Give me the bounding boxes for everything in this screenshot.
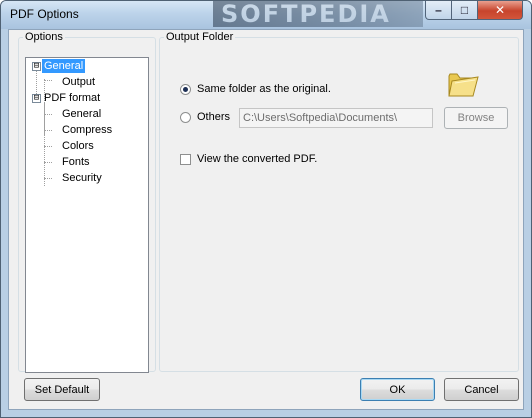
browse-label: Browse bbox=[457, 112, 495, 124]
maximize-button[interactable]: □ bbox=[451, 1, 478, 20]
softpedia-watermark: SOFTPEDIA bbox=[213, 1, 423, 27]
others-radio[interactable] bbox=[180, 112, 191, 123]
tree-node-pdf-format[interactable]: ⊟ PDF format bbox=[26, 91, 146, 105]
minimize-button[interactable]: – bbox=[425, 1, 452, 20]
tree-node-pdf-general[interactable]: General bbox=[26, 107, 146, 121]
output-folder-group: Output Folder Same folder as the origina… bbox=[159, 32, 519, 372]
cancel-button[interactable]: Cancel bbox=[444, 378, 519, 401]
output-path-field[interactable]: C:\Users\Softpedia\Documents\ bbox=[239, 108, 433, 128]
collapse-icon[interactable]: ⊟ bbox=[32, 94, 41, 103]
tree-node-security[interactable]: Security bbox=[26, 171, 146, 185]
ok-button[interactable]: OK bbox=[360, 378, 435, 401]
dialog-window: PDF Options SOFTPEDIA – □ ✕ Options ⊟ Ge… bbox=[0, 0, 532, 418]
output-folder-legend: Output Folder bbox=[166, 31, 234, 43]
minimize-icon: – bbox=[435, 3, 442, 17]
options-legend: Options bbox=[25, 31, 63, 43]
window-title: PDF Options bbox=[10, 7, 79, 21]
maximize-icon: □ bbox=[460, 3, 469, 17]
tree-node-label[interactable]: Colors bbox=[60, 139, 96, 153]
tree-node-label[interactable]: General bbox=[60, 107, 103, 121]
tree-node-output[interactable]: Output bbox=[26, 75, 146, 89]
tree-node-label[interactable]: Compress bbox=[60, 123, 114, 137]
tree-node-label[interactable]: General bbox=[42, 59, 86, 73]
browse-button[interactable]: Browse bbox=[444, 107, 508, 129]
radio-selected-dot bbox=[183, 87, 188, 92]
tree-node-label[interactable]: PDF format bbox=[42, 91, 102, 105]
tree-node-fonts[interactable]: Fonts bbox=[26, 155, 146, 169]
options-group: Options ⊟ General Output ⊟ PDF format Ge… bbox=[18, 31, 156, 373]
collapse-icon[interactable]: ⊟ bbox=[32, 62, 41, 71]
others-label[interactable]: Others bbox=[197, 111, 230, 123]
close-icon: ✕ bbox=[494, 3, 506, 17]
tree-node-label[interactable]: Fonts bbox=[60, 155, 92, 169]
set-default-button[interactable]: Set Default bbox=[24, 378, 100, 401]
folder-icon bbox=[448, 73, 479, 97]
ok-label: OK bbox=[389, 383, 406, 396]
same-folder-radio[interactable] bbox=[180, 84, 191, 95]
view-converted-label[interactable]: View the converted PDF. bbox=[197, 153, 317, 165]
same-folder-label[interactable]: Same folder as the original. bbox=[197, 83, 331, 95]
tree-node-label[interactable]: Security bbox=[60, 171, 104, 185]
view-converted-checkbox[interactable] bbox=[180, 154, 191, 165]
title-bar[interactable]: PDF Options SOFTPEDIA – □ ✕ bbox=[1, 1, 531, 29]
close-button[interactable]: ✕ bbox=[477, 1, 523, 20]
tree-node-general[interactable]: ⊟ General bbox=[26, 59, 146, 73]
tree-node-colors[interactable]: Colors bbox=[26, 139, 146, 153]
tree-node-label[interactable]: Output bbox=[60, 75, 97, 89]
cancel-label: Cancel bbox=[464, 383, 499, 396]
options-tree[interactable]: ⊟ General Output ⊟ PDF format General Co… bbox=[25, 57, 149, 373]
tree-node-compress[interactable]: Compress bbox=[26, 123, 146, 137]
set-default-label: Set Default bbox=[34, 383, 90, 396]
dialog-client-area: Options ⊟ General Output ⊟ PDF format Ge… bbox=[8, 29, 524, 410]
